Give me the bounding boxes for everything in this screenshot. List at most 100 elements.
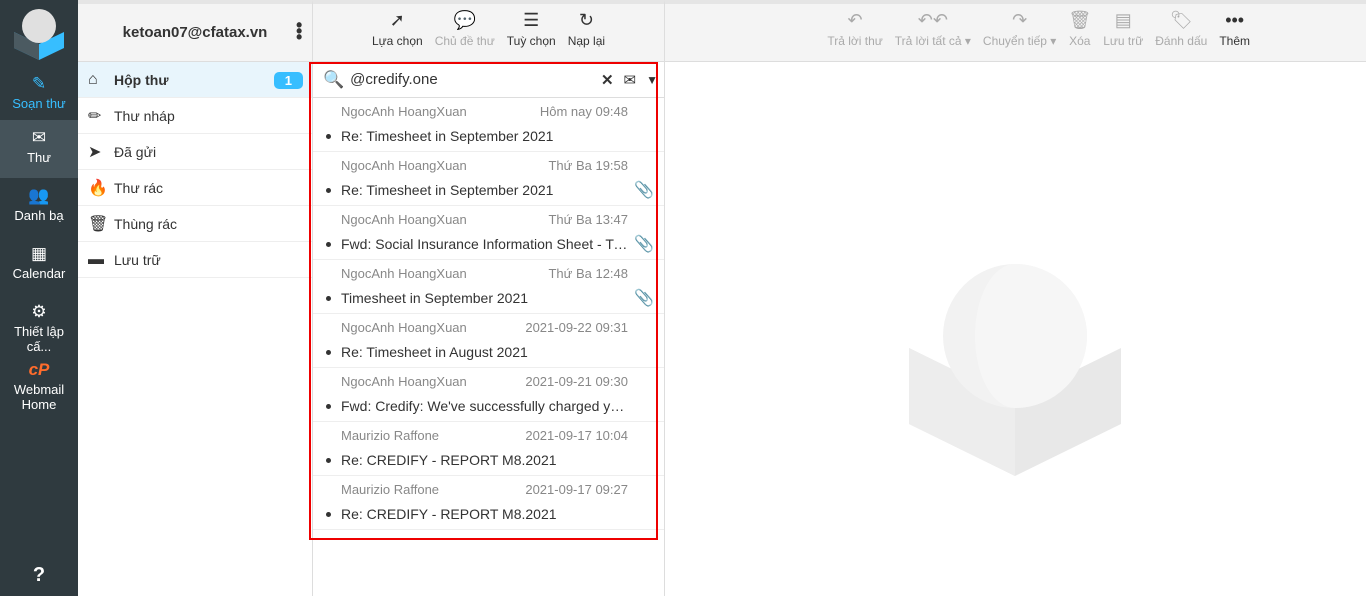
message-sender: NgocAnh HoangXuan [341,374,467,389]
help-icon: ? [32,564,46,586]
message-date: 2021-09-22 09:31 [525,320,628,335]
account-header: ketoan07@cfatax.vn • • • [78,4,312,62]
select-button[interactable]: ➚ Lựa chọn [366,4,429,61]
refresh-button[interactable]: ↻ Nạp lại [562,4,611,61]
message-row[interactable]: NgocAnh HoangXuan 2021-09-21 09:30 Fwd: Cr… [313,368,664,422]
archive-button[interactable]: ▤ Lưu trữ [1097,4,1149,61]
message-sender: NgocAnh HoangXuan [341,266,467,281]
message-date: Thứ Ba 13:47 [548,212,628,227]
folder-sent[interactable]: ➤ Đã gửi [78,134,312,170]
more-vertical-icon[interactable]: • • • [296,16,302,46]
message-sender: NgocAnh HoangXuan [341,158,467,173]
message-toolbar: ↶ Trả lời thư ↶↶ Trả lời tất cả ▾ ↷ Chuyển … [665,4,1366,62]
delete-button[interactable]: 🗑 Xóa [1062,4,1097,61]
unread-dot [326,188,331,193]
message-row[interactable]: NgocAnh HoangXuan 2021-09-22 09:31 Re: Tim… [313,314,664,368]
rail-calendar[interactable]: ▦ Calendar [0,236,78,294]
trash-icon: 🗑 [1068,10,1092,30]
unread-dot [326,242,331,247]
cpanel-icon: cP [28,360,50,379]
pencil-icon: ✏ [88,107,102,125]
envelope-icon: ✉ [31,128,47,147]
message-subject: Fwd: Social Insurance Information Sheet … [341,236,629,252]
message-content-pane: ↶ Trả lời thư ↶↶ Trả lời tất cả ▾ ↷ Chuyển … [665,0,1366,596]
roundcube-logo[interactable] [12,8,66,60]
list-toolbar: ➚ Lựa chọn 💬 Chủ đề thư ☰ Tuỳ chọn ↻ Nạp lại [313,4,664,62]
unread-dot [326,458,331,463]
unread-dot [326,296,331,301]
reply-icon: ↶ [847,10,863,30]
compose-icon: ✎ [31,74,47,93]
rail-webmail-home[interactable]: cP Webmail Home [0,352,78,422]
message-subject: Timesheet in September 2021 [341,290,529,306]
folder-junk[interactable]: 🔥 Thư rác [78,170,312,206]
chevron-down-icon[interactable]: ▼ [646,73,658,87]
message-subject: Re: Timesheet in September 2021 [341,182,554,198]
message-sender: NgocAnh HoangXuan [341,104,467,119]
reply-button[interactable]: ↶ Trả lời thư [821,4,888,61]
unread-dot [326,512,331,517]
message-row[interactable]: NgocAnh HoangXuan Hôm nay 09:48 Re: Timesh… [313,98,664,152]
rail-help[interactable]: ? [0,556,78,614]
account-name: ketoan07@cfatax.vn [122,24,268,41]
mark-button[interactable]: 🏷 Đánh dấu [1149,4,1213,61]
tag-icon: 🏷 [1169,10,1193,30]
search-input[interactable] [350,71,591,88]
contacts-icon: 👥 [28,186,50,205]
sliders-icon: ☰ [523,10,540,30]
options-button[interactable]: ☰ Tuỳ chọn [501,4,562,61]
unread-dot [326,350,331,355]
message-date: 2021-09-21 09:30 [525,374,628,389]
threads-button[interactable]: 💬 Chủ đề thư [429,4,501,61]
search-bar: 🔍 ✕ ✉ ▼ [313,62,664,98]
trash-icon: 🗑 [88,215,109,233]
empty-state-logo [909,264,1121,476]
more-button[interactable]: ••• Thêm [1213,4,1256,61]
rail-mail[interactable]: ✉ Thư [0,120,78,178]
folder-pane: ketoan07@cfatax.vn • • • ⌂ Hộp thư 1 ✏ Thư nhá… [78,0,313,596]
paperclip-icon: 📎 [634,236,654,253]
fire-icon: 🔥 [88,179,108,197]
comments-icon: 💬 [453,10,476,30]
archive-icon: ▬ [88,250,104,268]
reply-all-button[interactable]: ↶↶ Trả lời tất cả ▾ [889,4,977,61]
paperclip-icon: 📎 [634,290,654,307]
message-date: Thứ Ba 19:58 [548,158,628,173]
message-row[interactable]: NgocAnh HoangXuan Thứ Ba 12:48 Timesheet i… [313,260,664,314]
refresh-icon: ↻ [578,10,594,30]
message-subject: Re: CREDIFY - REPORT M8.2021 [341,506,557,522]
more-horizontal-icon: ••• [1225,10,1245,30]
rail-contacts[interactable]: 👥 Danh bạ [0,178,78,236]
message-sender: NgocAnh HoangXuan [341,212,467,227]
folder-drafts[interactable]: ✏ Thư nháp [78,98,312,134]
message-subject: Fwd: Credify: We've successfully charged… [341,398,629,414]
rail-settings[interactable]: ⚙ Thiết lập cấ... [0,294,78,354]
message-row[interactable]: NgocAnh HoangXuan Thứ Ba 19:58 Re: Timeshe… [313,152,664,206]
message-sender: NgocAnh HoangXuan [341,320,467,335]
message-row[interactable]: Maurizio Raffone 2021-09-17 10:04 Re: CRED… [313,422,664,476]
unread-dot [326,134,331,139]
unread-dot [326,404,331,409]
paperclip-icon: 📎 [634,182,654,199]
forward-button[interactable]: ↷ Chuyển tiếp ▾ [977,4,1062,61]
message-subject: Re: Timesheet in September 2021 [341,128,554,144]
calendar-icon: ▦ [30,244,48,263]
message-subject: Re: Timesheet in August 2021 [341,344,528,360]
clear-search-icon[interactable]: ✕ [601,71,614,89]
message-list-pane: ➚ Lựa chọn 💬 Chủ đề thư ☰ Tuỳ chọn ↻ Nạp lại… [313,0,665,596]
envelope-icon[interactable]: ✉ [624,71,637,89]
folder-archive[interactable]: ▬ Lưu trữ [78,242,312,278]
message-date: Hôm nay 09:48 [539,104,628,119]
folder-trash[interactable]: 🗑 Thùng rác [78,206,312,242]
folder-inbox[interactable]: ⌂ Hộp thư 1 [78,62,312,98]
reply-all-icon: ↶↶ [917,10,948,30]
message-row[interactable]: Maurizio Raffone 2021-09-17 09:27 Re: CRED… [313,476,664,530]
cursor-icon: ➚ [389,10,405,30]
message-subject: Re: CREDIFY - REPORT M8.2021 [341,452,557,468]
search-icon: 🔍 [323,69,345,89]
app-rail: ✎ Soạn thư ✉ Thư 👥 Danh bạ ▦ Calendar ⚙ Thiết… [0,0,78,596]
message-row[interactable]: NgocAnh HoangXuan Thứ Ba 13:47 Fwd: Social… [313,206,664,260]
rail-compose[interactable]: ✎ Soạn thư [0,66,78,124]
message-sender: Maurizio Raffone [341,428,440,443]
message-date: 2021-09-17 09:27 [525,482,628,497]
